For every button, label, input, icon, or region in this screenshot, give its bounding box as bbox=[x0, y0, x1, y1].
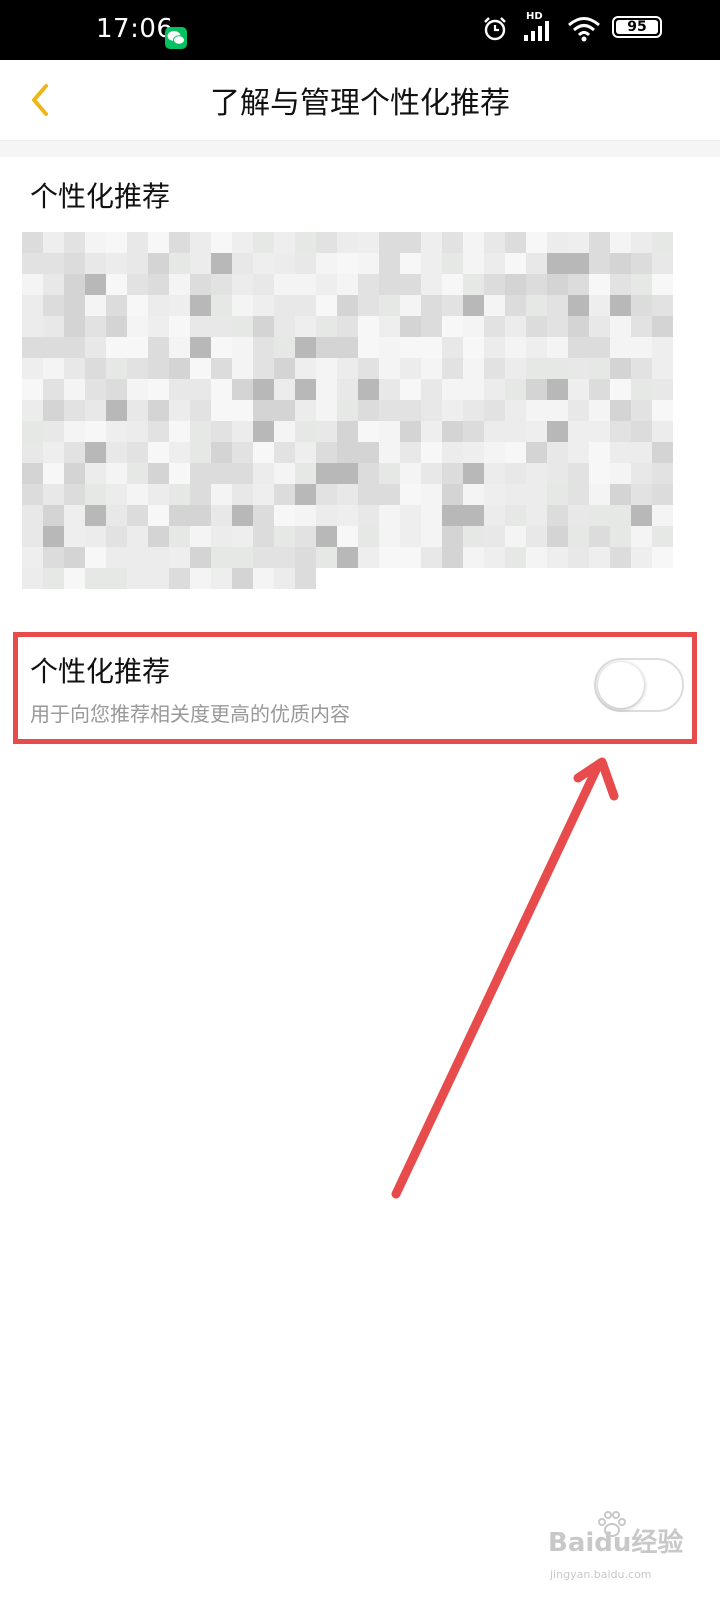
watermark-url: jingyan.baidu.com bbox=[550, 1568, 652, 1581]
screen: 17:06 HD 95 了解与管理个性化推荐 个性化推荐 个性化推荐 用于向您推… bbox=[0, 0, 720, 1600]
baidu-watermark: Baidu经验 jingyan.baidu.com bbox=[548, 1510, 718, 1596]
divider bbox=[0, 141, 720, 157]
wifi-icon bbox=[568, 17, 600, 42]
setting-description: 用于向您推荐相关度更高的优质内容 bbox=[30, 702, 350, 726]
battery-level: 95 bbox=[627, 19, 647, 35]
status-time: 17:06 bbox=[96, 14, 174, 44]
info-section: 个性化推荐 bbox=[0, 157, 720, 617]
signal-icon bbox=[524, 21, 549, 41]
status-bar: 17:06 HD 95 bbox=[0, 0, 720, 60]
page-title: 了解与管理个性化推荐 bbox=[210, 86, 510, 121]
alarm-icon bbox=[484, 17, 506, 41]
battery-icon: 95 bbox=[612, 16, 662, 38]
nav-header: 了解与管理个性化推荐 bbox=[0, 60, 720, 141]
toggle-knob bbox=[598, 662, 644, 708]
pixelated-content bbox=[22, 232, 682, 602]
wechat-icon bbox=[165, 27, 187, 49]
info-title: 个性化推荐 bbox=[30, 180, 171, 213]
setting-title: 个性化推荐 bbox=[30, 655, 171, 688]
personalized-recommendation-toggle[interactable] bbox=[594, 658, 684, 712]
watermark-text: Baidu经验 bbox=[548, 1528, 684, 1558]
personalized-recommendation-setting: 个性化推荐 用于向您推荐相关度更高的优质内容 bbox=[0, 628, 720, 738]
